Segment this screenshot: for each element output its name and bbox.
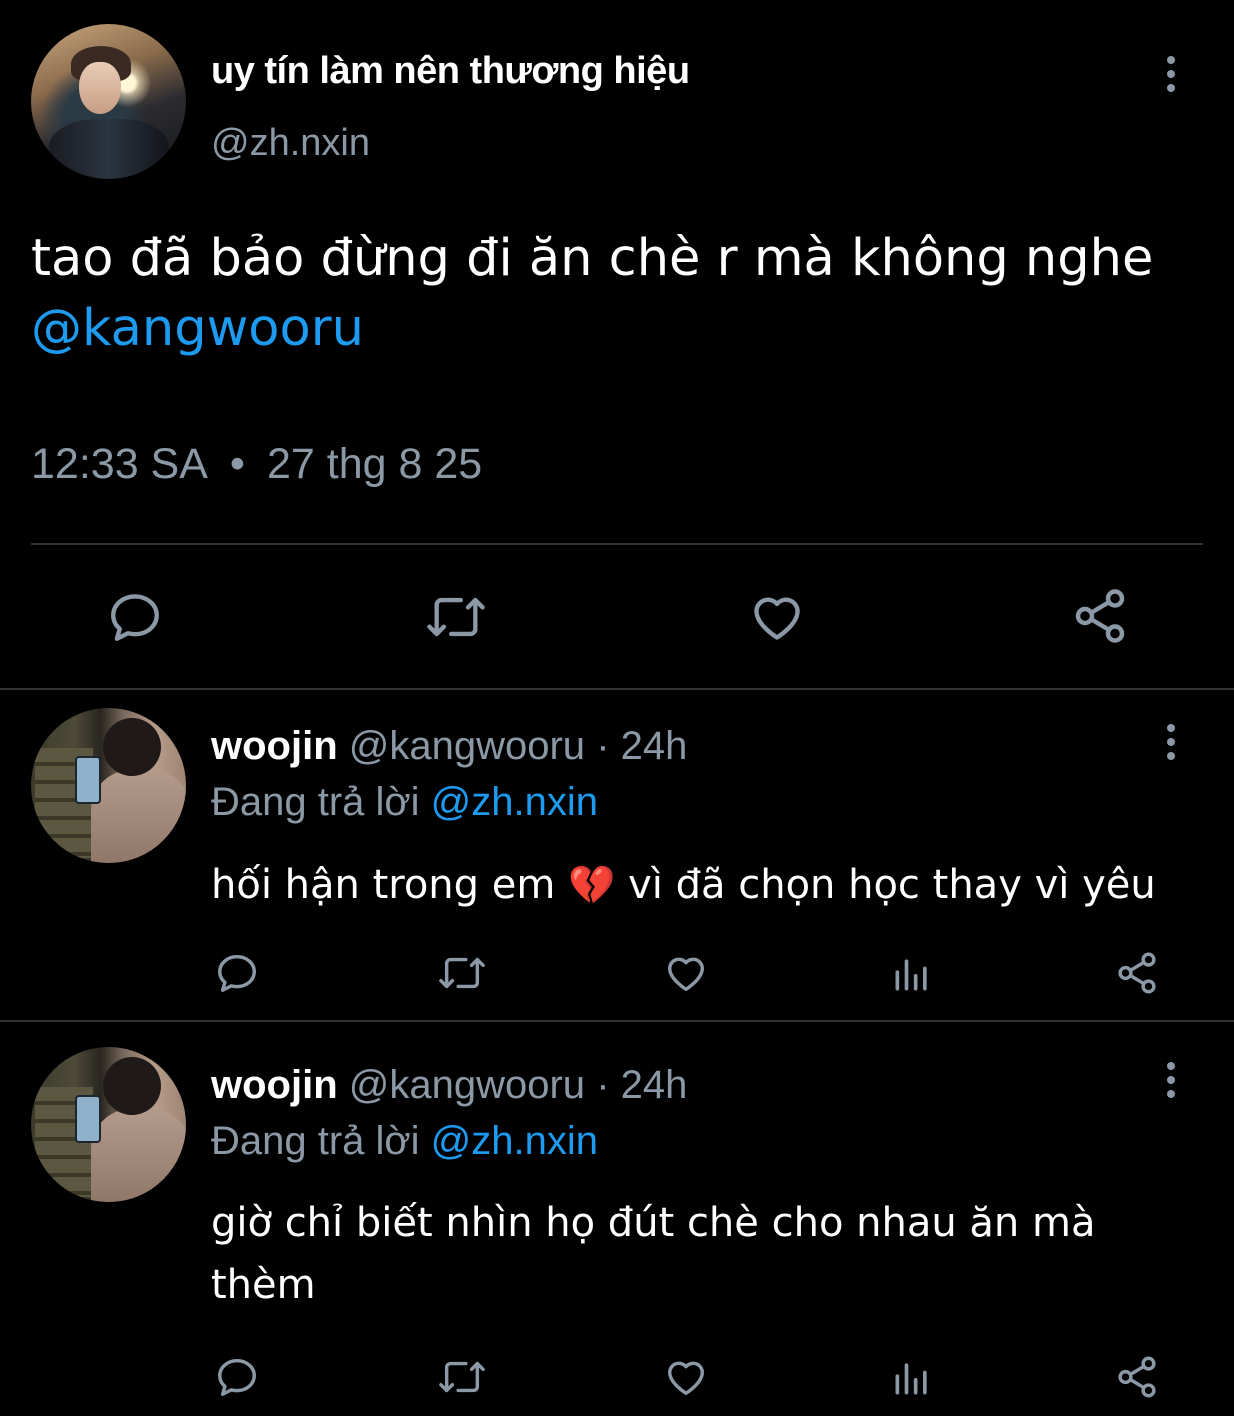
avatar[interactable] [31, 708, 186, 863]
user-handle[interactable]: @kangwooru [349, 724, 585, 768]
avatar[interactable] [31, 1047, 186, 1202]
views-icon[interactable] [890, 1356, 934, 1400]
mention-link[interactable]: @kangwooru [31, 294, 1221, 364]
user-handle[interactable]: @kangwooru [349, 1063, 585, 1107]
broken-heart-emoji: 💔 [568, 863, 616, 907]
replying-to: Đang trả lời @zh.nxin [211, 780, 598, 825]
display-name[interactable]: woojin [211, 724, 338, 768]
reply-body-continued: vì đã chọn học thay vì yêu [628, 862, 1156, 908]
reply-text: hối hận trong em 💔 vì đã chọn học thay v… [211, 854, 1171, 916]
reply-icon[interactable] [214, 950, 260, 996]
share-icon[interactable] [1114, 950, 1160, 996]
tweet-time: 12:33 SA [31, 440, 208, 488]
replying-to-handle[interactable]: @zh.nxin [431, 1119, 598, 1163]
reply-icon[interactable] [214, 1354, 260, 1400]
reply-text: giờ chỉ biết nhìn họ đút chè cho nhau ăn… [211, 1200, 1096, 1308]
reply-age: · 24h [596, 1063, 688, 1107]
like-icon[interactable] [748, 588, 806, 646]
like-icon[interactable] [663, 950, 709, 996]
share-icon[interactable] [1070, 586, 1130, 646]
display-name[interactable]: woojin [211, 1063, 338, 1107]
tweet-date: 27 thg 8 25 [266, 440, 483, 488]
tweet-text: tao đã bảo đừng đi ăn chè r mà không ngh… [31, 224, 1221, 364]
more-options-icon[interactable] [1164, 56, 1178, 98]
more-options-icon[interactable] [1164, 724, 1178, 766]
replying-to-handle[interactable]: @zh.nxin [431, 780, 598, 824]
divider [0, 688, 1234, 690]
divider [0, 1020, 1234, 1022]
reply-age: · 24h [596, 724, 688, 768]
user-handle[interactable]: @zh.nxin [211, 122, 370, 165]
reply-icon[interactable] [106, 588, 164, 646]
replying-to: Đang trả lời @zh.nxin [211, 1119, 598, 1164]
replying-label: Đang trả lời [211, 780, 420, 824]
views-icon[interactable] [890, 952, 934, 996]
display-name[interactable]: uy tín làm nên thương hiệu [211, 50, 690, 93]
replying-label: Đang trả lời [211, 1119, 420, 1163]
meta-separator: • [229, 440, 245, 488]
retweet-icon[interactable] [424, 588, 488, 646]
retweet-icon[interactable] [436, 950, 488, 996]
avatar[interactable] [31, 24, 186, 179]
share-icon[interactable] [1114, 1354, 1160, 1400]
retweet-icon[interactable] [436, 1354, 488, 1400]
reply-body: hối hận trong em [211, 862, 556, 908]
tweet-timestamp: 12:33 SA • 27 thg 8 25 [31, 440, 482, 489]
divider [31, 543, 1203, 545]
more-options-icon[interactable] [1164, 1062, 1178, 1104]
tweet-body: tao đã bảo đừng đi ăn chè r mà không ngh… [31, 229, 1154, 288]
reply-header: woojin @kangwooru · 24h [211, 1063, 687, 1108]
reply-header: woojin @kangwooru · 24h [211, 724, 687, 769]
like-icon[interactable] [663, 1354, 709, 1400]
